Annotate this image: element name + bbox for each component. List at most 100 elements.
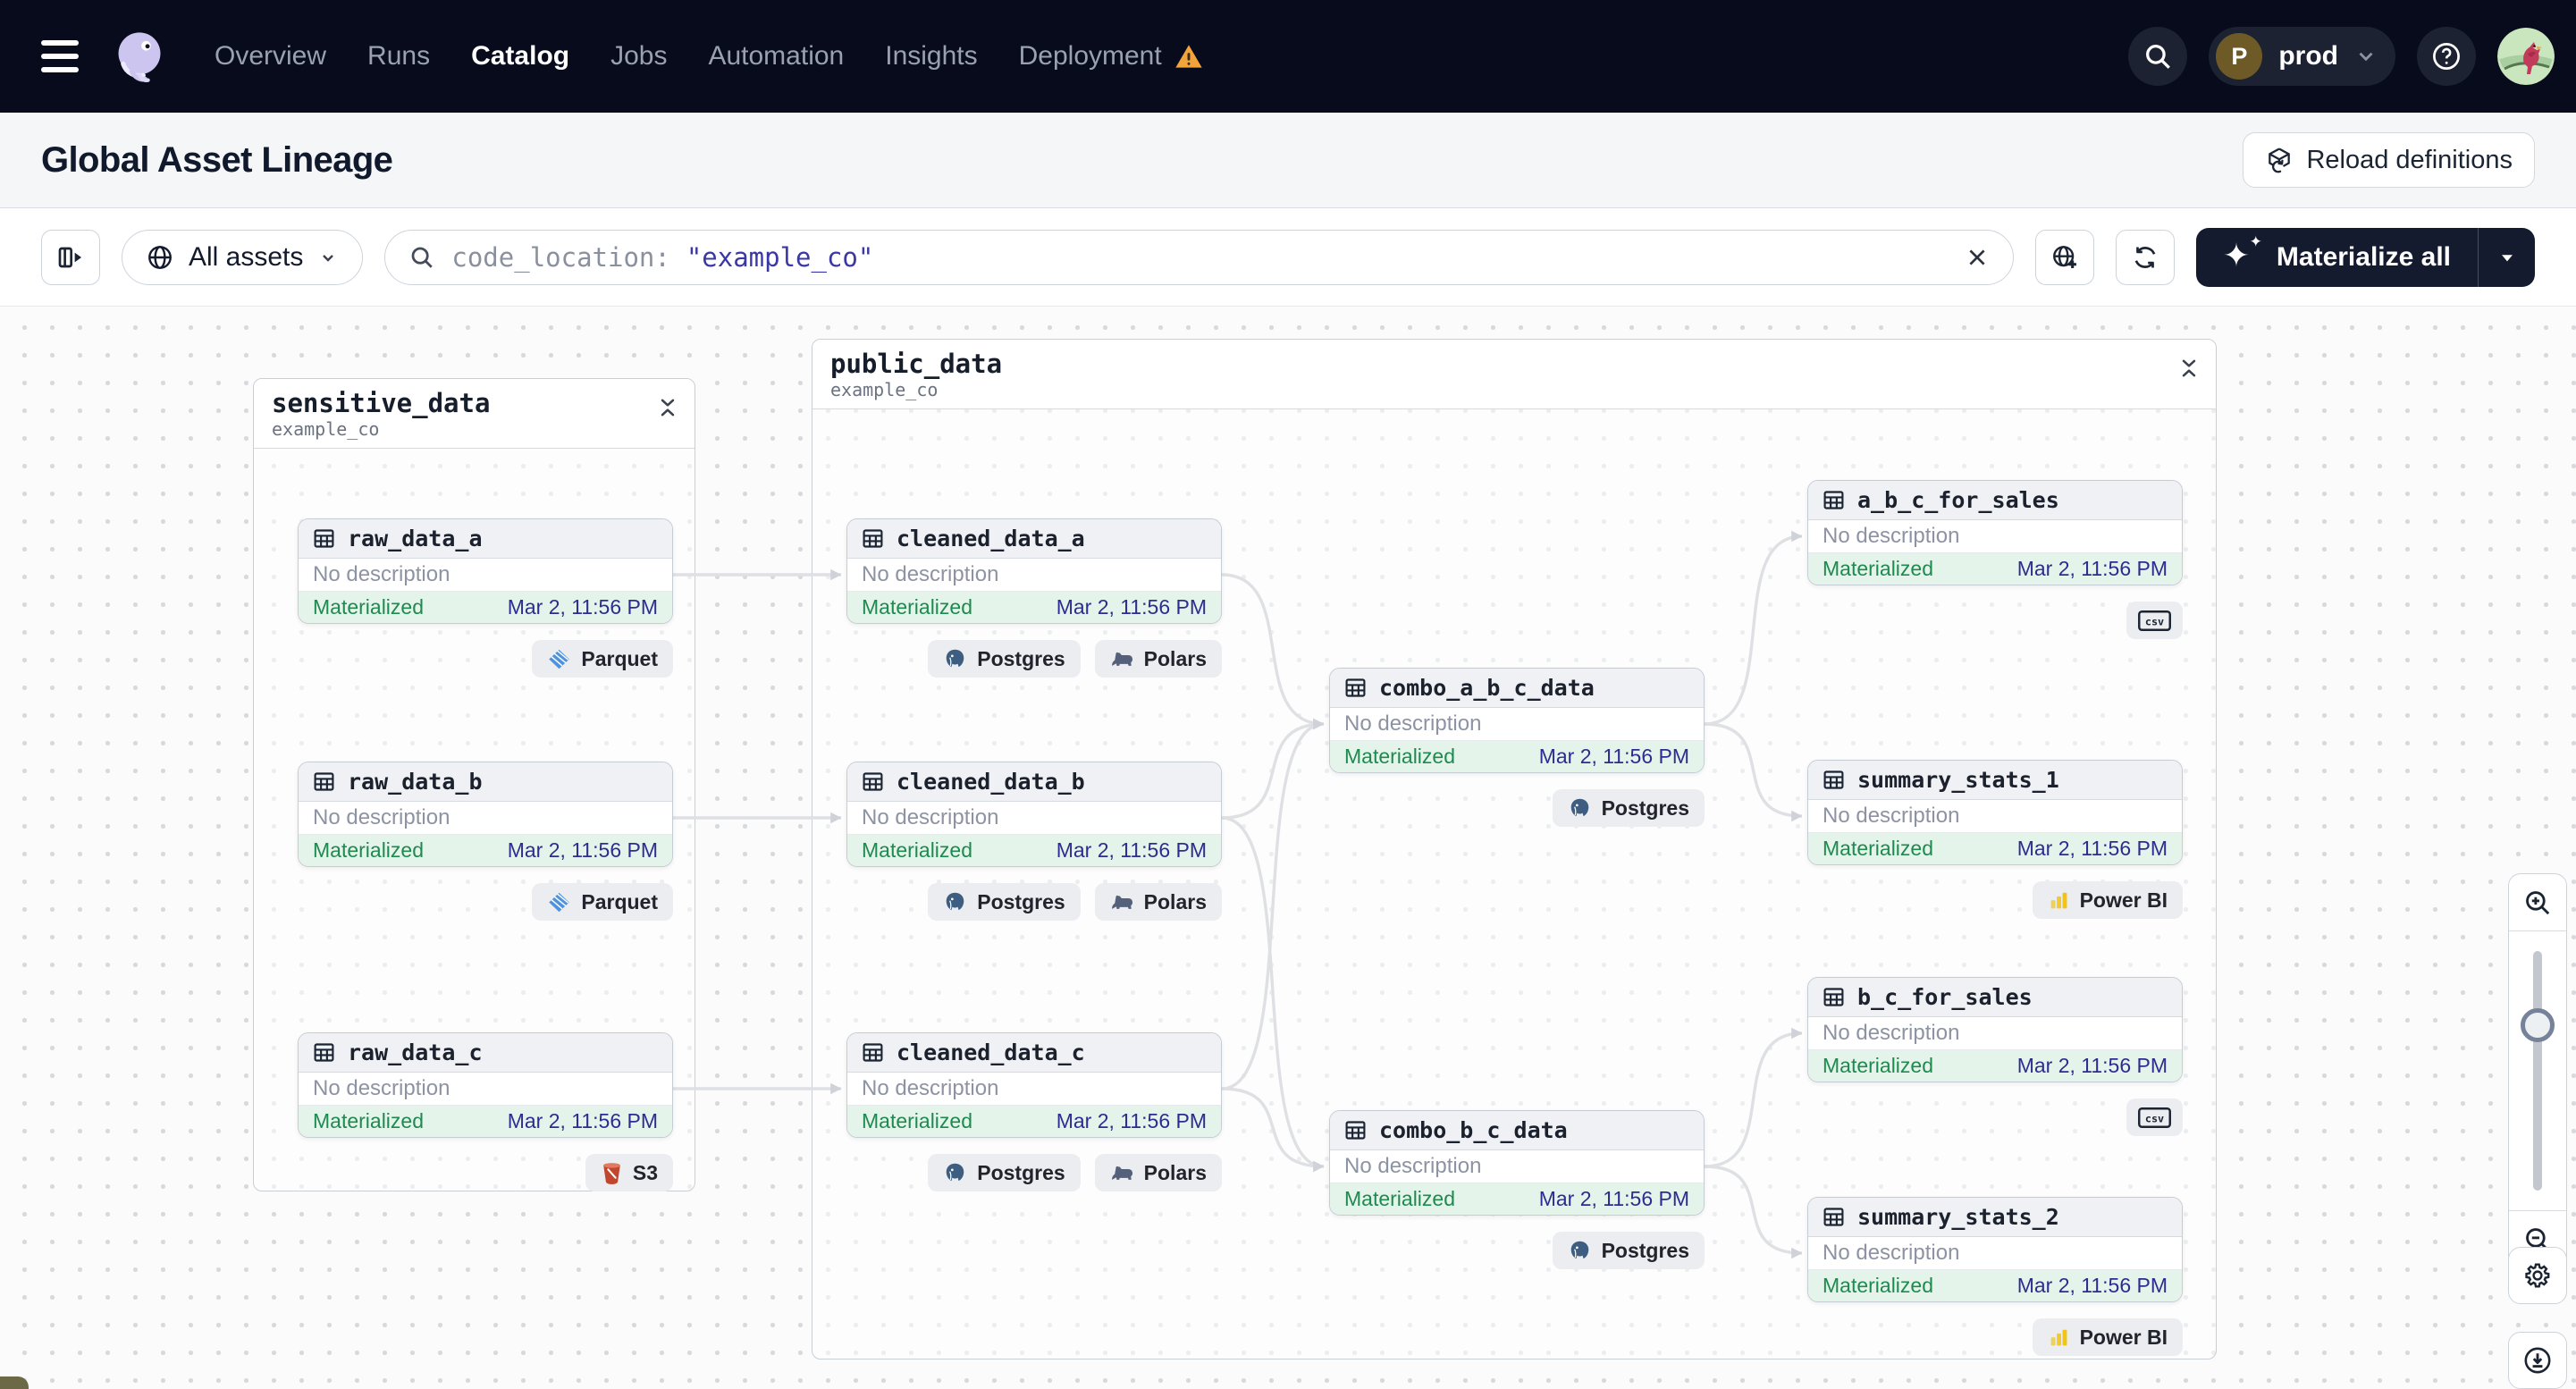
tag-parquet[interactable]: Parquet (532, 640, 673, 678)
nav-item-deployment[interactable]: Deployment (1019, 41, 1203, 72)
tag-label: Postgres (1601, 1238, 1689, 1262)
asset-node-raw_data_a[interactable]: raw_data_a No description Materialized M… (298, 518, 673, 624)
materialization-timestamp: Mar 2, 11:56 PM (2016, 1274, 2168, 1297)
tag-postgres[interactable]: Postgres (928, 1154, 1081, 1191)
tag-postgres[interactable]: Postgres (1552, 789, 1705, 827)
download-icon (2524, 1347, 2551, 1374)
nav-item-catalog[interactable]: Catalog (471, 41, 569, 72)
tag-power-bi[interactable]: Power BI (2032, 881, 2183, 919)
asset-tags-combo_a_b_c_data: Postgres (1329, 789, 1705, 827)
asset-node-a_b_c_for_sales[interactable]: a_b_c_for_sales No description Materiali… (1807, 480, 2183, 585)
asset-node-raw_data_c[interactable]: raw_data_c No description Materialized M… (298, 1032, 673, 1138)
export-graph-button[interactable] (2508, 1332, 2567, 1389)
zoom-in-button[interactable] (2509, 874, 2566, 931)
asset-description: No description (299, 559, 672, 592)
tag-csv[interactable]: csv (2126, 602, 2183, 639)
asset-node-combo_b_c_data[interactable]: combo_b_c_data No description Materializ… (1329, 1110, 1705, 1216)
tag-polars[interactable]: Polars (1094, 1154, 1222, 1191)
help-button[interactable] (2417, 27, 2476, 86)
tag-label: Postgres (977, 646, 1065, 670)
asset-tags-summary_stats_2: Power BI (1807, 1318, 2183, 1356)
materialize-all-main[interactable]: ✦ ✦ Materialize all (2196, 228, 2478, 287)
powerbi-icon (2048, 1326, 2070, 1349)
polars-icon (1110, 1162, 1134, 1183)
minimap-corner[interactable] (0, 1376, 29, 1389)
asset-node-header: raw_data_a (299, 519, 672, 559)
user-avatar[interactable] (2497, 28, 2555, 85)
zoom-slider[interactable] (2509, 931, 2566, 1210)
parquet-icon (547, 890, 571, 914)
postgres-icon (943, 647, 967, 671)
open-side-panel-button[interactable] (41, 229, 100, 285)
page-header: Global Asset Lineage Reload definitions (0, 113, 2576, 208)
nav-item-runs[interactable]: Runs (367, 41, 430, 72)
asset-tags-a_b_c_for_sales: csv (1807, 602, 2183, 639)
asset-tags-raw_data_c: S3 (298, 1154, 673, 1191)
status-badge: Materialized (862, 838, 972, 862)
nav-item-overview[interactable]: Overview (215, 41, 326, 72)
menu-icon[interactable] (41, 40, 79, 72)
tag-postgres[interactable]: Postgres (1552, 1232, 1705, 1269)
environment-switcher[interactable]: P prod (2209, 27, 2395, 86)
materialize-all-button[interactable]: ✦ ✦ Materialize all (2195, 227, 2535, 287)
tag-parquet[interactable]: Parquet (532, 883, 673, 921)
asset-node-header: combo_b_c_data (1330, 1111, 1704, 1150)
tag-polars[interactable]: Polars (1094, 640, 1222, 678)
asset-node-summary_stats_2[interactable]: summary_stats_2 No description Materiali… (1807, 1197, 2183, 1302)
asset-node-combo_a_b_c_data[interactable]: combo_a_b_c_data No description Material… (1329, 668, 1705, 773)
reload-definitions-button[interactable]: Reload definitions (2243, 132, 2535, 188)
postgres-icon (943, 890, 967, 914)
tag-s3[interactable]: S3 (585, 1154, 673, 1191)
nav-item-jobs[interactable]: Jobs (610, 41, 667, 72)
lineage-toolbar: All assets code_location: "example_co" ✦ ✦… (0, 208, 2576, 307)
tag-postgres[interactable]: Postgres (928, 883, 1081, 921)
top-nav: Overview Runs Catalog Jobs Automation Insight… (0, 0, 2576, 113)
materialize-options-caret[interactable] (2478, 227, 2535, 287)
table-icon (1822, 985, 1846, 1009)
asset-node-cleaned_data_a[interactable]: cleaned_data_a No description Materializ… (846, 518, 1222, 624)
new-asset-button[interactable] (2034, 229, 2094, 285)
nav-item-automation[interactable]: Automation (708, 41, 844, 72)
table-icon (1343, 1118, 1368, 1142)
lineage-canvas[interactable]: sensitive_data example_co public_data ex… (0, 307, 2576, 1389)
materialization-timestamp: Mar 2, 11:56 PM (1538, 1187, 1689, 1210)
refresh-graph-button[interactable] (2115, 229, 2175, 285)
zoom-slider-thumb[interactable] (2521, 1008, 2555, 1042)
asset-node-b_c_for_sales[interactable]: b_c_for_sales No description Materialize… (1807, 977, 2183, 1082)
asset-status-row: Materialized Mar 2, 11:56 PM (1808, 553, 2182, 585)
asset-search-input[interactable]: code_location: "example_co" (384, 229, 2014, 285)
asset-scope-dropdown[interactable]: All assets (122, 229, 364, 285)
asset-node-cleaned_data_b[interactable]: cleaned_data_b No description Materializ… (846, 762, 1222, 867)
collapse-group-button[interactable] (657, 397, 678, 421)
asset-node-raw_data_b[interactable]: raw_data_b No description Materialized M… (298, 762, 673, 867)
table-icon (861, 1040, 885, 1065)
warning-icon (1174, 44, 1203, 69)
asset-status-row: Materialized Mar 2, 11:56 PM (847, 835, 1221, 866)
nav-right-cluster: P prod (2128, 27, 2555, 86)
status-badge: Materialized (1344, 1187, 1455, 1210)
tag-csv[interactable]: csv (2126, 1099, 2183, 1136)
nav-item-insights[interactable]: Insights (885, 41, 977, 72)
asset-status-row: Materialized Mar 2, 11:56 PM (1808, 833, 2182, 864)
graph-settings-button[interactable] (2508, 1247, 2567, 1304)
group-header: public_data example_co (812, 340, 2216, 409)
dagster-logo[interactable] (111, 28, 168, 85)
nav-item-label: Automation (708, 41, 845, 71)
tag-postgres[interactable]: Postgres (928, 640, 1081, 678)
tag-power-bi[interactable]: Power BI (2032, 1318, 2183, 1356)
search-button[interactable] (2128, 27, 2188, 86)
asset-node-summary_stats_1[interactable]: summary_stats_1 No description Materiali… (1807, 760, 2183, 865)
group-title: sensitive_data (272, 388, 491, 418)
collapse-group-button[interactable] (2178, 358, 2200, 382)
zoom-slider-track[interactable] (2533, 951, 2542, 1191)
globe-add-icon (2052, 245, 2076, 268)
asset-name: raw_data_b (348, 769, 483, 795)
clear-search-button[interactable] (1965, 245, 1990, 270)
asset-node-header: summary_stats_2 (1808, 1198, 2182, 1237)
asset-node-cleaned_data_c[interactable]: cleaned_data_c No description Materializ… (846, 1032, 1222, 1138)
csv-icon: csv (2137, 609, 2172, 633)
asset-name: a_b_c_for_sales (1857, 487, 2059, 513)
group-header: sensitive_data example_co (254, 379, 695, 449)
materialization-timestamp: Mar 2, 11:56 PM (2016, 837, 2168, 860)
tag-polars[interactable]: Polars (1094, 883, 1222, 921)
